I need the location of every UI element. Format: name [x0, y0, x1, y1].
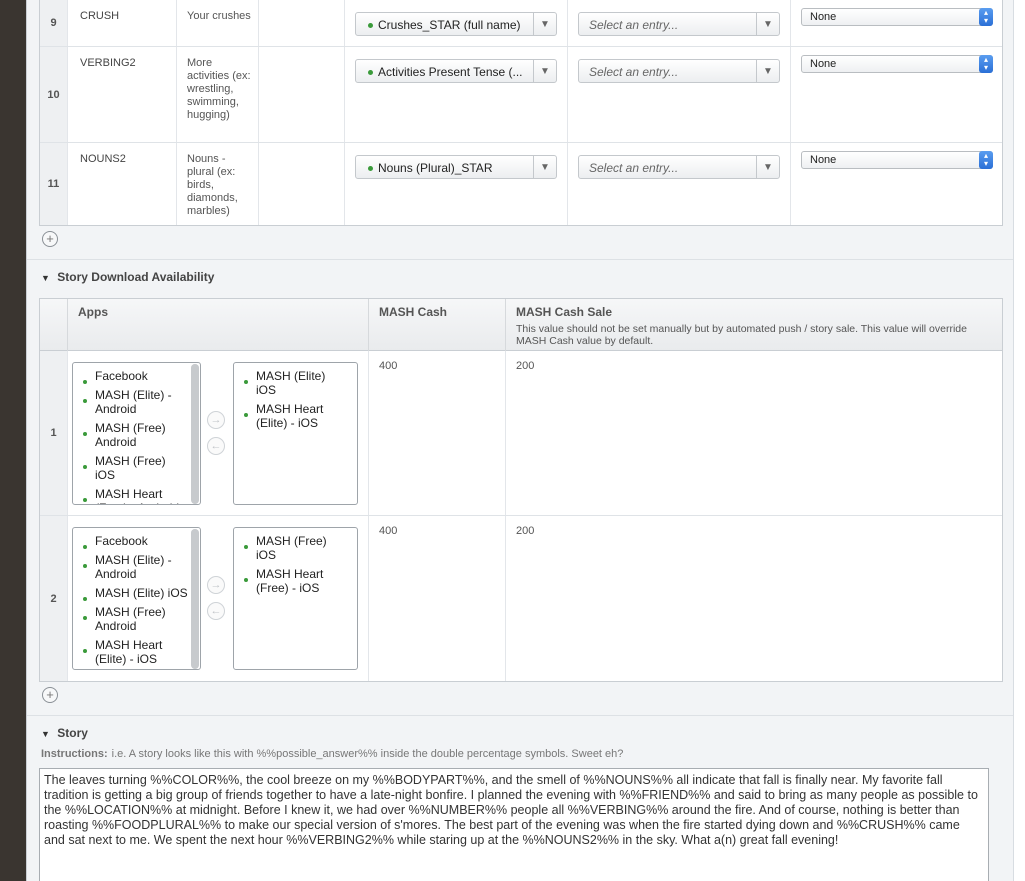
header-mash-cash-sale: MASH Cash Sale This value should not be … — [506, 299, 1002, 351]
available-apps-list[interactable]: Facebook MASH (Elite) - Android MASH (Fr… — [72, 362, 201, 505]
variable-key: VERBING2 — [68, 47, 177, 142]
select-arrows-icon: ▴ ▾ — [979, 151, 993, 169]
entry-dropdown[interactable]: Select an entry... ▼ — [578, 155, 780, 179]
arrow-right-icon[interactable]: → — [207, 576, 225, 594]
sale-note: This value should not be set manually bu… — [516, 323, 967, 347]
option-select[interactable]: None ▴ ▾ — [801, 8, 993, 26]
option-select[interactable]: None ▴ ▾ — [801, 55, 993, 73]
selected-apps-list[interactable]: MASH (Elite) iOS MASH Heart (Elite) - iO… — [233, 362, 358, 505]
available-apps-list[interactable]: Facebook MASH (Elite) - Android MASH (El… — [72, 527, 201, 670]
mash-cash-sale-value[interactable]: 200 — [506, 351, 1002, 515]
table-row: 1 Facebook MASH (Elite) - Android MASH (… — [40, 351, 1002, 516]
category-dropdown[interactable]: Crushes_STAR (full name) ▼ — [355, 12, 557, 36]
table-row: 11 NOUNS2 Nouns - plural (ex: birds, dia… — [40, 143, 1002, 225]
table-row: 2 Facebook MASH (Elite) - Android MASH (… — [40, 516, 1002, 681]
table-header: Apps MASH Cash MASH Cash Sale This value… — [40, 299, 1002, 351]
row-number: 1 — [40, 351, 68, 515]
row-number: 9 — [40, 0, 68, 46]
mash-cash-value[interactable]: 400 — [369, 351, 506, 515]
chevron-down-icon: ▼ — [533, 60, 556, 82]
variables-table: 9 CRUSH Your crushes Crushes_STAR (full … — [39, 0, 1003, 226]
variable-description: More activities (ex: wrestling, swimming… — [177, 47, 259, 142]
window-edge — [1013, 0, 1025, 881]
status-dot-icon — [368, 70, 373, 75]
collapse-triangle-icon: ▼ — [41, 729, 50, 739]
list-item[interactable]: MASH (Elite) iOS — [73, 586, 200, 601]
category-dropdown[interactable]: Activities Present Tense (... ▼ — [355, 59, 557, 83]
scrollbar[interactable] — [191, 364, 199, 504]
header-apps: Apps — [68, 299, 369, 351]
header-mash-cash: MASH Cash — [369, 299, 506, 351]
select-arrows-icon: ▴ ▾ — [979, 55, 993, 73]
list-item[interactable]: MASH (Elite) iOS — [234, 369, 357, 397]
arrow-left-icon[interactable]: ← — [207, 602, 225, 620]
chevron-down-icon: ▼ — [756, 60, 779, 82]
add-availability-button[interactable]: + — [42, 687, 58, 703]
select-arrows-icon: ▴ ▾ — [979, 8, 993, 26]
arrow-left-icon[interactable]: ← — [207, 437, 225, 455]
variable-key: CRUSH — [68, 0, 177, 46]
list-item[interactable]: MASH Heart (Free) - Android — [73, 487, 200, 504]
entry-dropdown[interactable]: Select an entry... ▼ — [578, 59, 780, 83]
category-dropdown[interactable]: Nouns (Plural)_STAR ▼ — [355, 155, 557, 179]
option-select[interactable]: None ▴ ▾ — [801, 151, 993, 169]
variable-description: Your crushes — [177, 0, 259, 46]
chevron-down-icon: ▼ — [756, 156, 779, 178]
selected-apps-list[interactable]: MASH (Free) iOS MASH Heart (Free) - iOS — [233, 527, 358, 670]
mash-cash-value[interactable]: 400 — [369, 516, 506, 681]
list-item[interactable]: MASH Heart (Elite) - iOS — [234, 402, 357, 430]
chevron-down-icon: ▼ — [533, 13, 556, 35]
list-item[interactable]: MASH (Free) iOS — [234, 534, 357, 562]
download-table: Apps MASH Cash MASH Cash Sale This value… — [39, 298, 1003, 682]
chevron-down-icon: ▼ — [533, 156, 556, 178]
collapse-triangle-icon: ▼ — [41, 273, 50, 283]
list-item[interactable]: Facebook — [73, 369, 200, 384]
list-item[interactable]: MASH (Elite) - Android — [73, 553, 200, 581]
table-row: 9 CRUSH Your crushes Crushes_STAR (full … — [40, 0, 1002, 47]
story-instructions: Instructions: i.e. A story looks like thi… — [41, 748, 624, 760]
list-item[interactable]: MASH Heart (Free) - iOS — [234, 567, 357, 595]
variable-key: NOUNS2 — [68, 143, 177, 225]
row-number: 2 — [40, 516, 68, 681]
add-variable-button[interactable]: + — [42, 231, 58, 247]
variable-description: Nouns - plural (ex: birds, diamonds, mar… — [177, 143, 259, 225]
list-item[interactable]: MASH (Elite) - Android — [73, 388, 200, 416]
entry-dropdown[interactable]: Select an entry... ▼ — [578, 12, 780, 36]
list-item[interactable]: Facebook — [73, 534, 200, 549]
row-number: 10 — [40, 47, 68, 142]
status-dot-icon — [368, 166, 373, 171]
list-item[interactable]: MASH (Free) iOS — [73, 454, 200, 482]
mash-cash-sale-value[interactable]: 200 — [506, 516, 1002, 681]
arrow-right-icon[interactable]: → — [207, 411, 225, 429]
content-page: 9 CRUSH Your crushes Crushes_STAR (full … — [26, 0, 1013, 881]
list-item[interactable]: MASH (Free) Android — [73, 605, 200, 633]
status-dot-icon — [368, 23, 373, 28]
scrollbar[interactable] — [191, 529, 199, 669]
story-section-header[interactable]: ▼ Story — [27, 715, 1013, 747]
list-item[interactable]: MASH (Free) Android — [73, 421, 200, 449]
story-textarea[interactable]: The leaves turning %%COLOR%%, the cool b… — [39, 768, 989, 881]
table-row: 10 VERBING2 More activities (ex: wrestli… — [40, 47, 1002, 143]
chevron-down-icon: ▼ — [756, 13, 779, 35]
download-section-header[interactable]: ▼ Story Download Availability — [27, 259, 1013, 291]
list-item[interactable]: MASH Heart (Elite) - iOS — [73, 638, 200, 666]
row-number: 11 — [40, 143, 68, 225]
